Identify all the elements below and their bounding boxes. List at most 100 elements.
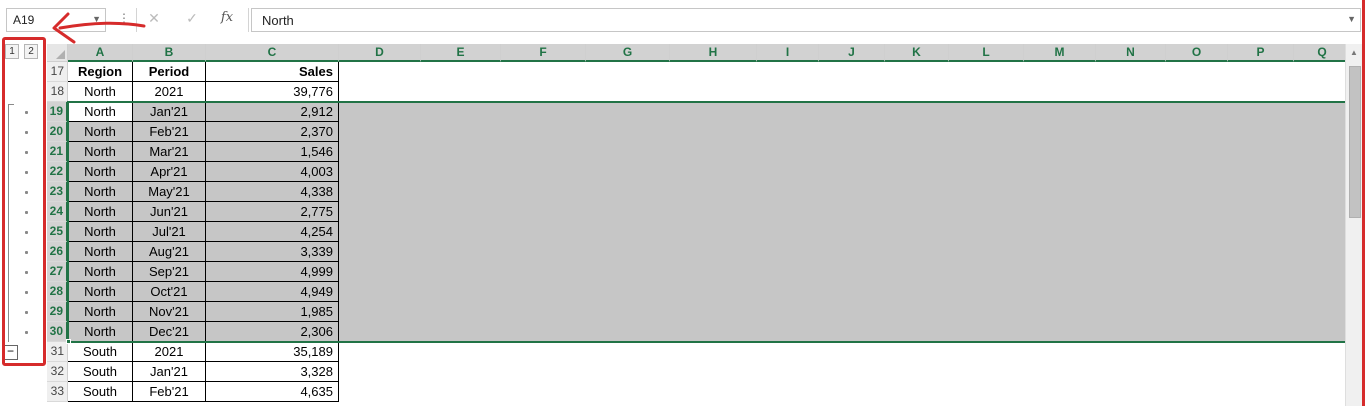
row-header[interactable]: 24 bbox=[47, 202, 68, 222]
row-header[interactable]: 20 bbox=[47, 122, 68, 142]
cell-region[interactable]: North bbox=[68, 102, 133, 122]
cell-region[interactable]: South bbox=[68, 382, 133, 402]
cell-sales[interactable]: 3,339 bbox=[206, 242, 339, 262]
row-header[interactable]: 21 bbox=[47, 142, 68, 162]
column-header-g[interactable]: G bbox=[586, 44, 670, 62]
cell-region[interactable]: South bbox=[68, 342, 133, 362]
row-header[interactable]: 19 bbox=[47, 102, 68, 122]
row-header[interactable]: 28 bbox=[47, 282, 68, 302]
column-header-o[interactable]: O bbox=[1166, 44, 1228, 62]
column-header-q[interactable]: Q bbox=[1294, 44, 1351, 62]
cell-period[interactable]: Jan'21 bbox=[133, 102, 206, 122]
row-header[interactable]: 33 bbox=[47, 382, 68, 402]
header-cell-region[interactable]: Region bbox=[68, 62, 133, 82]
cell-sales[interactable]: 4,999 bbox=[206, 262, 339, 282]
cell-sales[interactable]: 4,949 bbox=[206, 282, 339, 302]
column-header-p[interactable]: P bbox=[1228, 44, 1294, 62]
cell-period[interactable]: Jun'21 bbox=[133, 202, 206, 222]
cell-sales[interactable]: 4,338 bbox=[206, 182, 339, 202]
selection-border-bottom bbox=[68, 341, 1345, 343]
column-header-e[interactable]: E bbox=[421, 44, 501, 62]
cell-sales[interactable]: 1,546 bbox=[206, 142, 339, 162]
annotation-arrow bbox=[52, 12, 146, 44]
fill-handle[interactable] bbox=[66, 339, 71, 344]
row-header[interactable]: 29 bbox=[47, 302, 68, 322]
row-header[interactable]: 23 bbox=[47, 182, 68, 202]
row-header[interactable]: 25 bbox=[47, 222, 68, 242]
cell-period[interactable]: Feb'21 bbox=[133, 122, 206, 142]
column-header-c[interactable]: C bbox=[206, 44, 339, 62]
selection-border-left bbox=[67, 101, 69, 343]
column-header-m[interactable]: M bbox=[1024, 44, 1096, 62]
column-header-k[interactable]: K bbox=[885, 44, 949, 62]
column-header-b[interactable]: B bbox=[133, 44, 206, 62]
scroll-up-icon[interactable]: ▲ bbox=[1350, 48, 1358, 57]
cell-sales[interactable]: 2,912 bbox=[206, 102, 339, 122]
vertical-scrollbar[interactable]: ▲ bbox=[1345, 44, 1362, 406]
row-header[interactable]: 27 bbox=[47, 262, 68, 282]
cell-region[interactable]: South bbox=[68, 362, 133, 382]
cell-region[interactable]: North bbox=[68, 162, 133, 182]
column-header-n[interactable]: N bbox=[1096, 44, 1166, 62]
cell-region[interactable]: North bbox=[68, 222, 133, 242]
cell-region[interactable]: North bbox=[68, 322, 133, 342]
cell-period[interactable]: 2021 bbox=[133, 82, 206, 102]
cell-period[interactable]: May'21 bbox=[133, 182, 206, 202]
cell-period[interactable]: Jul'21 bbox=[133, 222, 206, 242]
cell-sales[interactable]: 39,776 bbox=[206, 82, 339, 102]
selection-border-top bbox=[68, 101, 1345, 103]
cell-period[interactable]: Apr'21 bbox=[133, 162, 206, 182]
column-header-d[interactable]: D bbox=[339, 44, 421, 62]
cell-sales[interactable]: 2,775 bbox=[206, 202, 339, 222]
cell-period[interactable]: Jan'21 bbox=[133, 362, 206, 382]
cell-region[interactable]: North bbox=[68, 122, 133, 142]
cell-sales[interactable]: 2,306 bbox=[206, 322, 339, 342]
row-header[interactable]: 22 bbox=[47, 162, 68, 182]
column-header-i[interactable]: I bbox=[757, 44, 819, 62]
select-all-corner[interactable] bbox=[47, 44, 68, 62]
cell-region[interactable]: North bbox=[68, 182, 133, 202]
column-header-j[interactable]: J bbox=[819, 44, 885, 62]
header-cell-period[interactable]: Period bbox=[133, 62, 206, 82]
cell-period[interactable]: Dec'21 bbox=[133, 322, 206, 342]
cell-region[interactable]: North bbox=[68, 282, 133, 302]
row-header[interactable]: 30 bbox=[47, 322, 68, 342]
cell-period[interactable]: Oct'21 bbox=[133, 282, 206, 302]
cell-period[interactable]: Nov'21 bbox=[133, 302, 206, 322]
cell-sales[interactable]: 4,003 bbox=[206, 162, 339, 182]
cell-sales[interactable]: 4,254 bbox=[206, 222, 339, 242]
insert-function-icon[interactable]: fx bbox=[212, 10, 242, 25]
annotation-highlight-edge bbox=[1362, 0, 1365, 406]
scrollbar-thumb[interactable] bbox=[1349, 66, 1361, 218]
row-header[interactable]: 17 bbox=[47, 62, 68, 82]
column-header-f[interactable]: F bbox=[501, 44, 586, 62]
cell-period[interactable]: Feb'21 bbox=[133, 382, 206, 402]
row-header[interactable]: 32 bbox=[47, 362, 68, 382]
row-header[interactable]: 18 bbox=[47, 82, 68, 102]
cell-sales[interactable]: 2,370 bbox=[206, 122, 339, 142]
column-header-l[interactable]: L bbox=[949, 44, 1024, 62]
header-cell-sales[interactable]: Sales bbox=[206, 62, 339, 82]
cell-sales[interactable]: 3,328 bbox=[206, 362, 339, 382]
cell-region[interactable]: North bbox=[68, 82, 133, 102]
cell-sales[interactable]: 1,985 bbox=[206, 302, 339, 322]
column-header-h[interactable]: H bbox=[670, 44, 757, 62]
cell-region[interactable]: North bbox=[68, 142, 133, 162]
column-header-a[interactable]: A bbox=[68, 44, 133, 62]
cell-region[interactable]: North bbox=[68, 242, 133, 262]
cell-region[interactable]: North bbox=[68, 202, 133, 222]
enter-icon[interactable]: ✓ bbox=[175, 10, 209, 27]
row-header[interactable]: 26 bbox=[47, 242, 68, 262]
cell-region[interactable]: North bbox=[68, 262, 133, 282]
cell-period[interactable]: Sep'21 bbox=[133, 262, 206, 282]
cell-period[interactable]: Mar'21 bbox=[133, 142, 206, 162]
cell-period[interactable]: Aug'21 bbox=[133, 242, 206, 262]
expand-formula-bar-icon[interactable]: ▼ bbox=[1347, 14, 1356, 24]
formula-value: North bbox=[262, 13, 294, 28]
cell-region[interactable]: North bbox=[68, 302, 133, 322]
cell-sales[interactable]: 4,635 bbox=[206, 382, 339, 402]
cell-sales[interactable]: 35,189 bbox=[206, 342, 339, 362]
row-header[interactable]: 31 bbox=[47, 342, 68, 362]
formula-input[interactable]: North ▼ bbox=[251, 8, 1361, 32]
cell-period[interactable]: 2021 bbox=[133, 342, 206, 362]
